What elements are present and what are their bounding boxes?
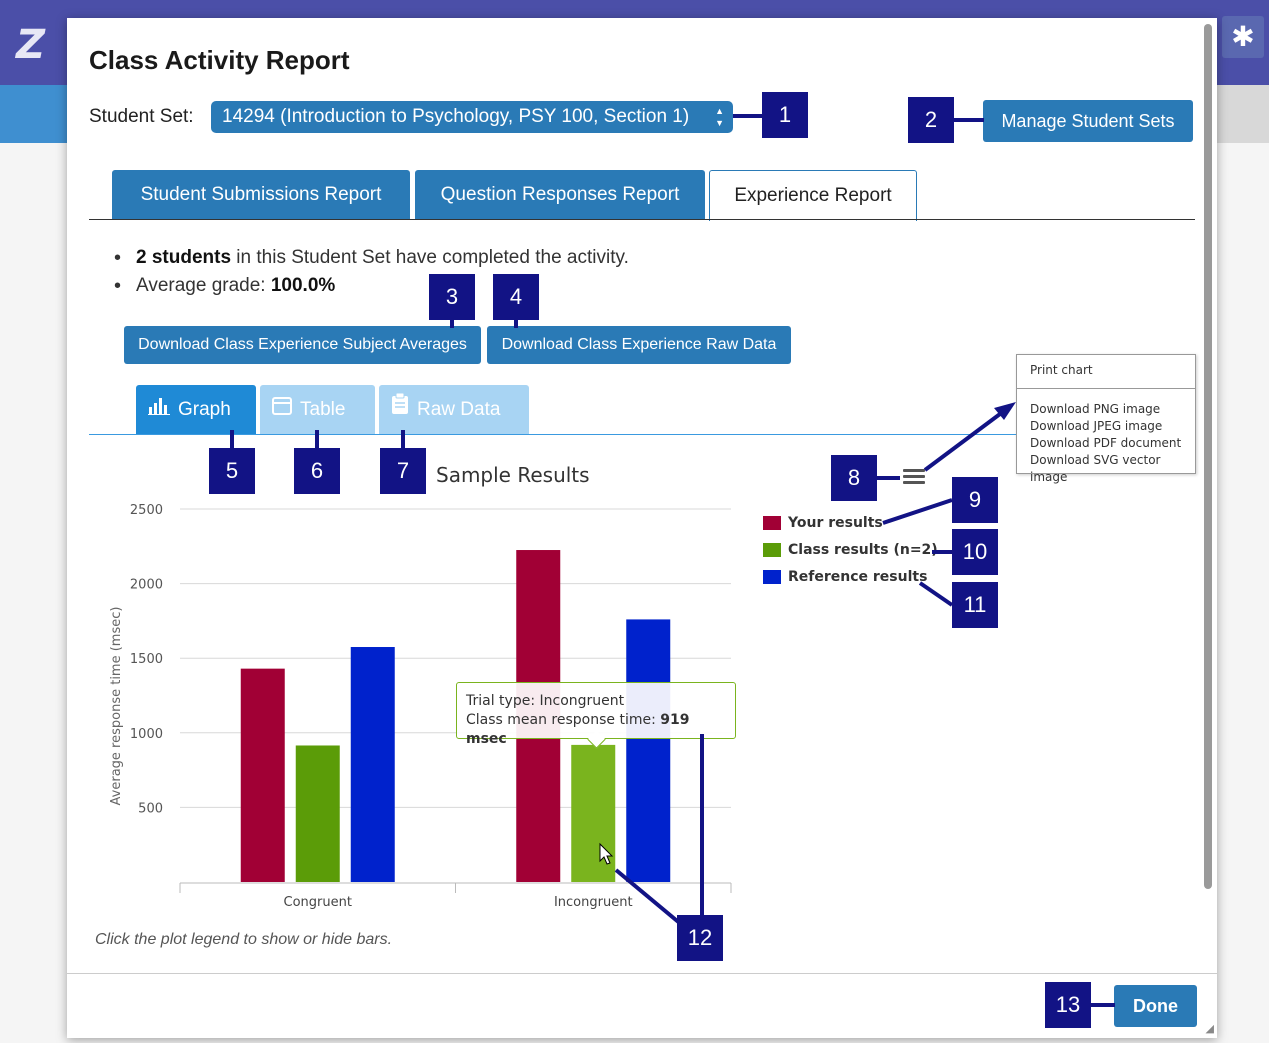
legend-your-results[interactable]: Your results — [763, 515, 938, 542]
x-tick-label-incongruent: Incongruent — [554, 895, 633, 910]
bar-congruent-series-1 — [295, 745, 340, 882]
chart-title: Sample Results — [436, 463, 590, 487]
app-subbar-right — [1215, 85, 1269, 143]
callout-badge-6: 6 — [294, 448, 340, 494]
app-logo: Z — [16, 22, 46, 68]
y-tick-label-500: 500 — [138, 801, 163, 816]
chart-legend: Your results Class results (n=2) Referen… — [763, 515, 938, 596]
chart-menu-icon[interactable] — [903, 467, 925, 487]
legend-swatch-your — [763, 516, 781, 530]
done-button[interactable]: Done — [1114, 985, 1197, 1027]
callout-badge-4: 4 — [493, 274, 539, 320]
legend-swatch-reference — [763, 570, 781, 584]
bar-incongruent-series-2 — [626, 619, 671, 882]
menu-download-svg[interactable]: Download SVG vector image — [1017, 452, 1195, 486]
y-axis-label: Average response time (msec) — [109, 607, 124, 806]
y-tick-label-2500: 2500 — [130, 503, 163, 518]
chart-note: Click the plot legend to show or hide ba… — [95, 931, 393, 948]
menu-download-png[interactable]: Download PNG image — [1017, 401, 1195, 418]
x-tick-label-congruent: Congruent — [284, 895, 352, 910]
class-activity-report-modal: Class Activity Report Student Set: 14294… — [67, 18, 1217, 1038]
callout-badge-3: 3 — [429, 274, 475, 320]
y-tick-label-2000: 2000 — [130, 578, 163, 593]
bar-congruent-series-2 — [350, 647, 395, 882]
callout-badge-8: 8 — [831, 455, 877, 501]
callout-badge-1: 1 — [762, 92, 808, 138]
legend-label-reference: Reference results — [788, 569, 928, 585]
legend-swatch-class — [763, 543, 781, 557]
callout-badge-13: 13 — [1045, 982, 1091, 1028]
menu-download-jpeg[interactable]: Download JPEG image — [1017, 418, 1195, 435]
legend-label-your: Your results — [788, 515, 883, 531]
tooltip-mean: Class mean response time: 919 msec — [466, 711, 735, 749]
bar-congruent-series-0 — [240, 668, 285, 882]
menu-print-chart[interactable]: Print chart — [1017, 355, 1195, 389]
callout-badge-11: 11 — [952, 582, 998, 628]
y-tick-label-1500: 1500 — [130, 652, 163, 667]
tooltip-mean-label: Class mean response time: — [466, 712, 661, 728]
menu-download-pdf[interactable]: Download PDF document — [1017, 435, 1195, 452]
callout-badge-12: 12 — [677, 915, 723, 961]
callout-badge-10: 10 — [952, 529, 998, 575]
chart-export-menu: Print chart Download PNG image Download … — [1016, 354, 1196, 484]
settings-gear-icon[interactable]: ✱ — [1222, 16, 1264, 58]
footer-divider — [67, 973, 1217, 974]
tooltip-trial-type: Trial type: Incongruent — [466, 693, 625, 709]
callout-badge-2: 2 — [908, 97, 954, 143]
resize-grip-icon[interactable]: ◢ — [1206, 1022, 1214, 1035]
callout-badge-9: 9 — [952, 477, 998, 523]
bar-chart: Sample Results 500 1000 1500 2000 2500 Average… — [109, 463, 732, 910]
legend-reference-results[interactable]: Reference results — [763, 569, 938, 596]
callout-badge-7: 7 — [380, 448, 426, 494]
chart-tooltip: Trial type: Incongruent Class mean respo… — [456, 682, 736, 747]
menu-download-list: Download PNG image Download JPEG image D… — [1017, 389, 1195, 486]
legend-class-results[interactable]: Class results (n=2) — [763, 542, 938, 569]
y-tick-label-1000: 1000 — [130, 727, 163, 742]
callout-badge-5: 5 — [209, 448, 255, 494]
legend-label-class: Class results (n=2) — [788, 542, 938, 558]
